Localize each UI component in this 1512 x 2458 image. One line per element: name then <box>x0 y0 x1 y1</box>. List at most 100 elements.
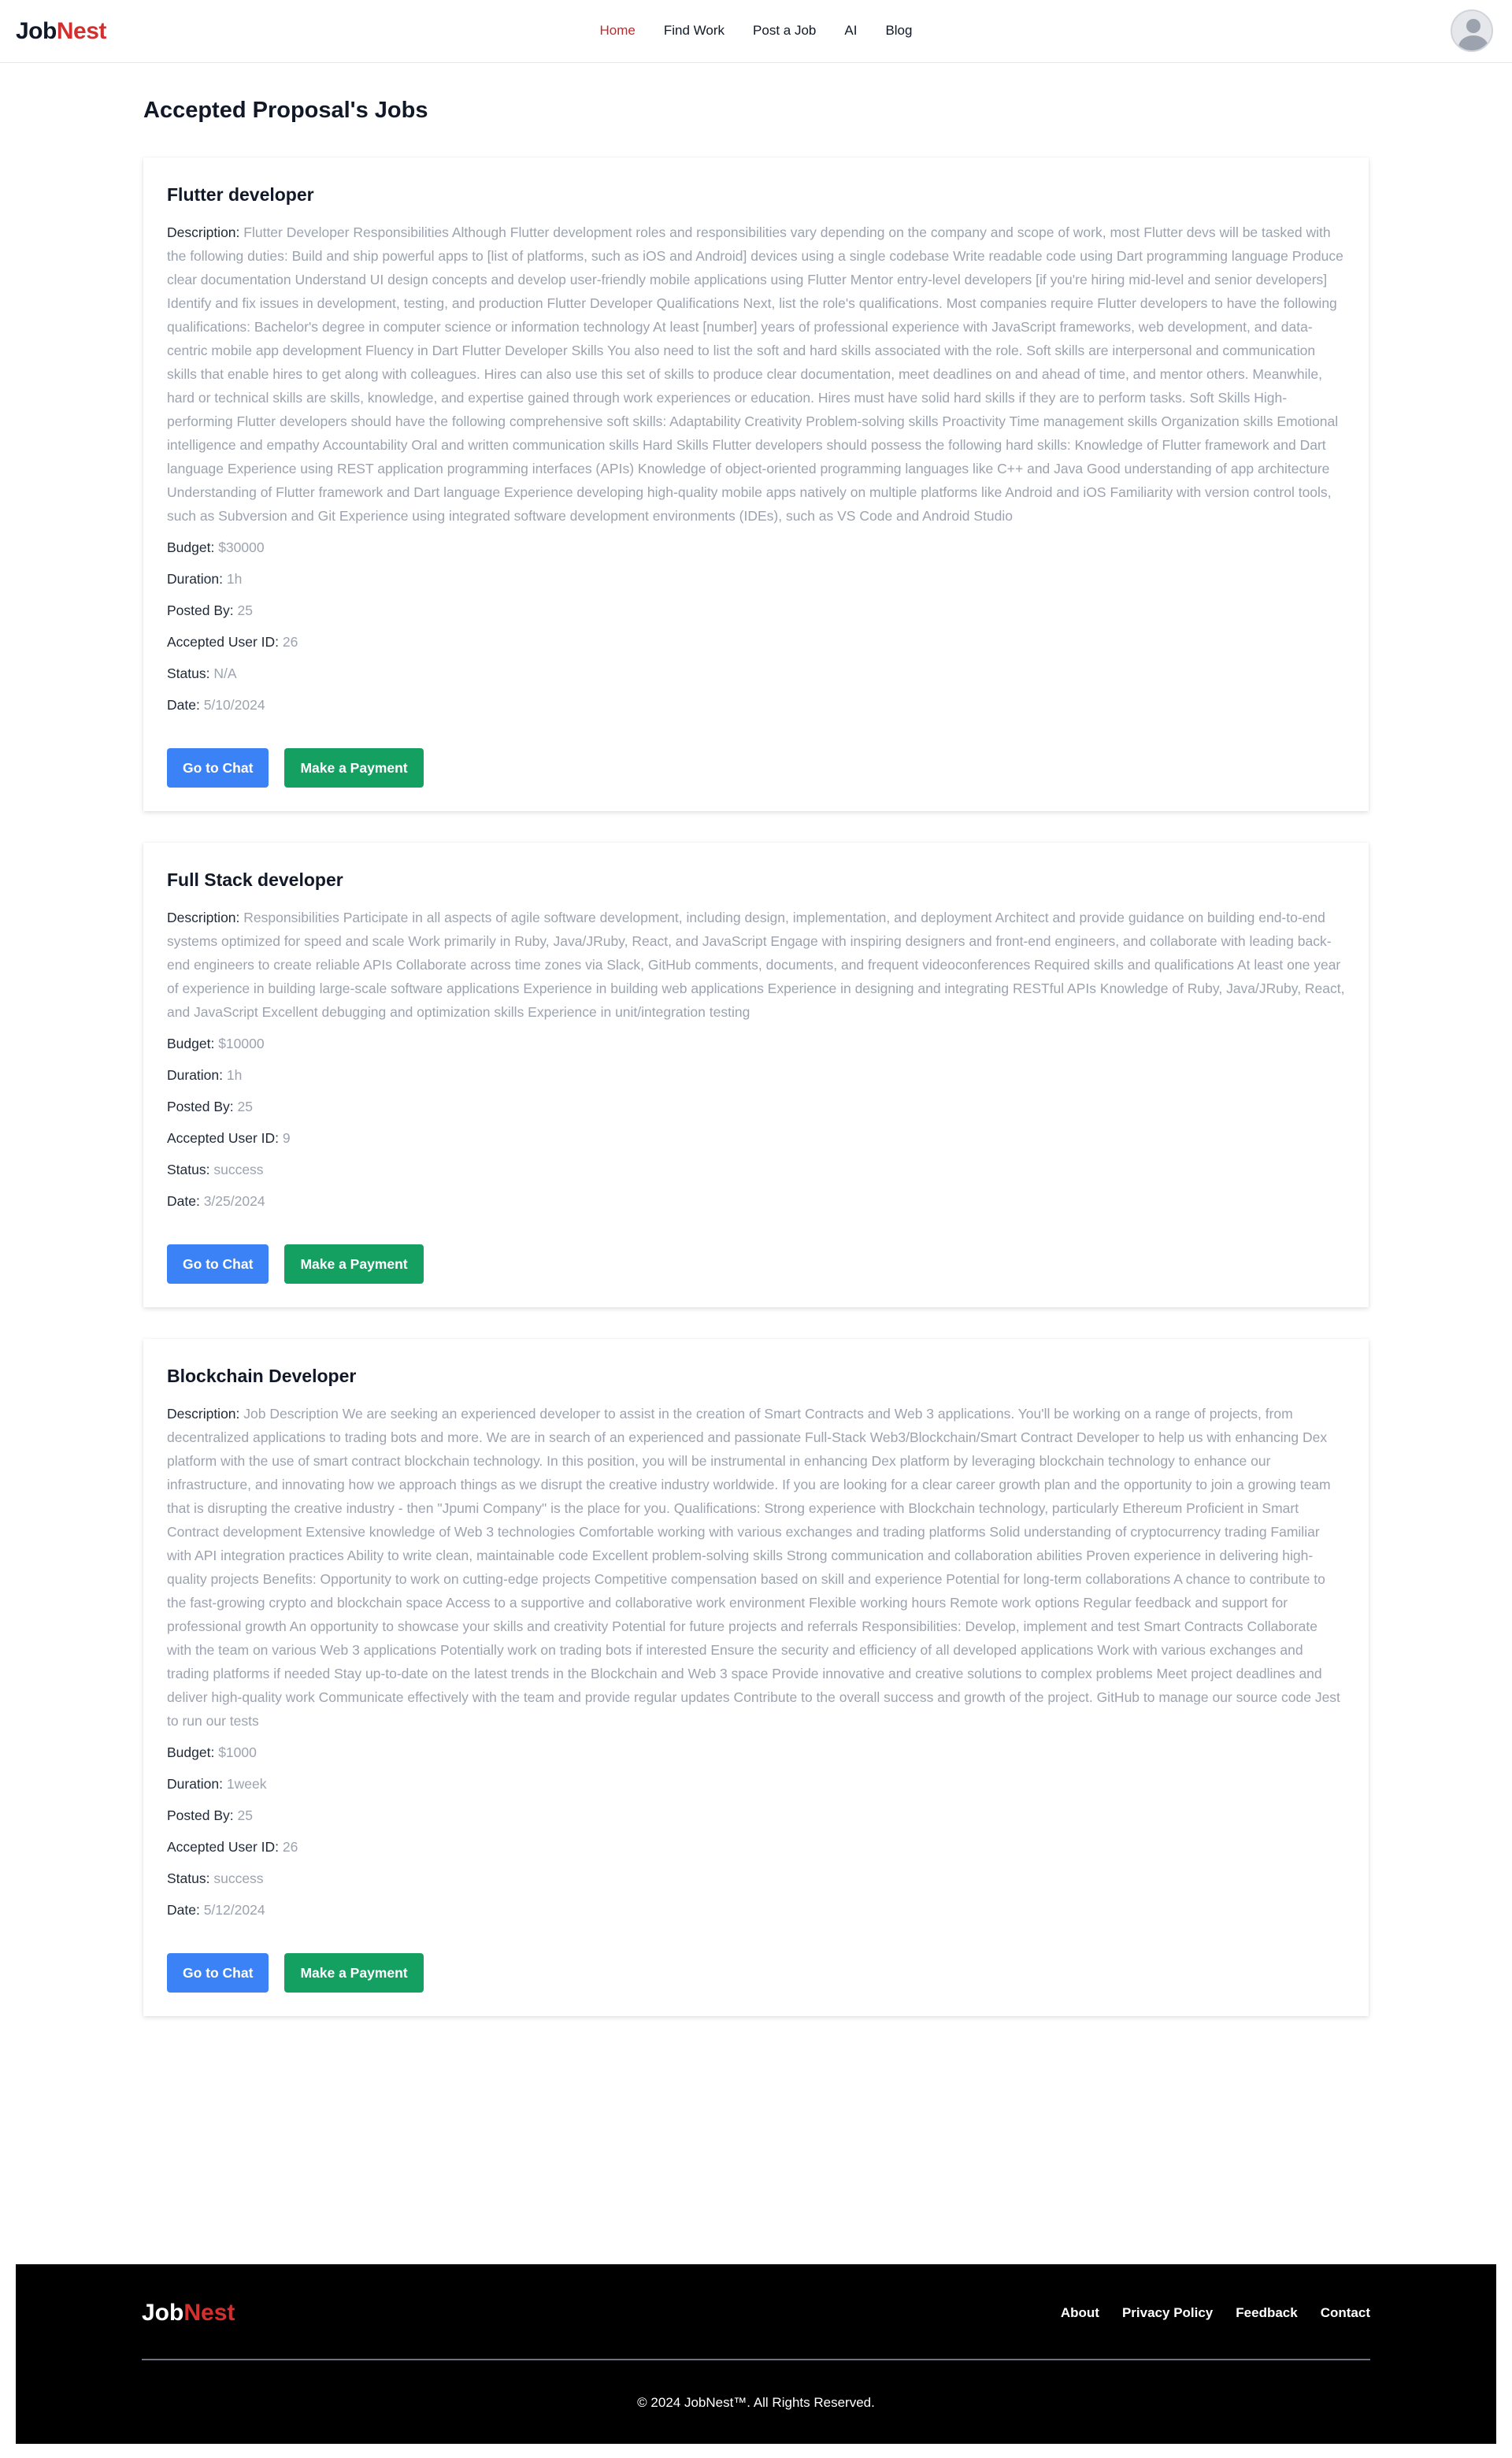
status-label: Status: <box>167 1870 214 1886</box>
duration-value: 1h <box>226 1067 243 1083</box>
make-payment-button[interactable]: Make a Payment <box>284 1244 424 1284</box>
job-status: Status: success <box>167 1867 1345 1890</box>
nav-find-work[interactable]: Find Work <box>664 20 724 41</box>
date-value: 3/25/2024 <box>203 1193 265 1209</box>
duration-value: 1week <box>226 1776 267 1792</box>
budget-value: $1000 <box>218 1744 257 1760</box>
job-status: Status: success <box>167 1158 1345 1181</box>
make-payment-button[interactable]: Make a Payment <box>284 1953 424 1993</box>
posted-by-label: Posted By: <box>167 1807 238 1823</box>
job-actions: Go to Chat Make a Payment <box>167 1244 1345 1284</box>
budget-label: Budget: <box>167 539 219 555</box>
main-content: Accepted Proposal's Jobs Flutter develop… <box>143 63 1369 2016</box>
description-label: Description: <box>167 1406 244 1422</box>
budget-label: Budget: <box>167 1036 219 1051</box>
accepted-user-label: Accepted User ID: <box>167 634 283 650</box>
go-to-chat-button[interactable]: Go to Chat <box>167 1953 269 1993</box>
job-posted-by: Posted By: 25 <box>167 1804 1345 1827</box>
footer-logo-job: Job <box>142 2300 184 2326</box>
description-value: Flutter Developer Responsibilities Altho… <box>167 224 1343 524</box>
job-actions: Go to Chat Make a Payment <box>167 1953 1345 1993</box>
posted-by-value: 25 <box>237 1807 253 1823</box>
date-value: 5/10/2024 <box>203 697 265 713</box>
budget-value: $30000 <box>218 539 265 555</box>
footer-divider <box>142 2359 1370 2360</box>
job-title: Blockchain Developer <box>167 1366 357 1386</box>
description-label: Description: <box>167 224 244 240</box>
posted-by-value: 25 <box>237 1099 253 1114</box>
nav-blog[interactable]: Blog <box>885 20 912 41</box>
job-date: Date: 5/12/2024 <box>167 1898 1345 1922</box>
accepted-user-value: 26 <box>282 634 298 650</box>
footer-link-privacy-policy[interactable]: Privacy Policy <box>1122 2304 1213 2323</box>
nav-home[interactable]: Home <box>600 20 636 41</box>
top-navbar: JobNest Home Find Work Post a Job AI Blo… <box>0 0 1512 63</box>
footer-link-contact[interactable]: Contact <box>1321 2304 1370 2323</box>
job-title: Flutter developer <box>167 184 314 205</box>
job-budget: Budget: $10000 <box>167 1032 1345 1055</box>
job-status: Status: N/A <box>167 662 1345 685</box>
accepted-user-label: Accepted User ID: <box>167 1839 283 1855</box>
duration-value: 1h <box>226 571 243 587</box>
job-card: Full Stack developer Description: Respon… <box>143 843 1369 1307</box>
description-label: Description: <box>167 910 244 925</box>
job-accepted-user: Accepted User ID: 9 <box>167 1126 1345 1150</box>
description-value: Job Description We are seeking an experi… <box>167 1406 1340 1729</box>
posted-by-label: Posted By: <box>167 1099 238 1114</box>
job-duration: Duration: 1h <box>167 1063 1345 1087</box>
posted-by-value: 25 <box>237 602 253 618</box>
accepted-user-value: 26 <box>282 1839 298 1855</box>
footer-link-feedback[interactable]: Feedback <box>1236 2304 1297 2323</box>
job-accepted-user: Accepted User ID: 26 <box>167 1835 1345 1859</box>
user-avatar-icon[interactable] <box>1451 9 1493 52</box>
accepted-user-value: 9 <box>282 1130 291 1146</box>
nav-post-a-job[interactable]: Post a Job <box>753 20 816 41</box>
date-label: Date: <box>167 1193 204 1209</box>
duration-label: Duration: <box>167 1776 227 1792</box>
nav-ai[interactable]: AI <box>844 20 857 41</box>
status-value: N/A <box>213 665 237 681</box>
job-card: Blockchain Developer Description: Job De… <box>143 1339 1369 2016</box>
duration-label: Duration: <box>167 571 227 587</box>
description-value: Responsibilities Participate in all aspe… <box>167 910 1345 1020</box>
avatar-head <box>1466 19 1480 33</box>
accepted-user-label: Accepted User ID: <box>167 1130 283 1146</box>
footer-link-about[interactable]: About <box>1061 2304 1099 2323</box>
go-to-chat-button[interactable]: Go to Chat <box>167 1244 269 1284</box>
go-to-chat-button[interactable]: Go to Chat <box>167 748 269 788</box>
job-description: Description: Responsibilities Participat… <box>167 906 1345 1024</box>
job-posted-by: Posted By: 25 <box>167 1095 1345 1118</box>
job-duration: Duration: 1h <box>167 567 1345 591</box>
date-label: Date: <box>167 1902 204 1918</box>
job-title: Full Stack developer <box>167 869 343 890</box>
job-date: Date: 5/10/2024 <box>167 693 1345 717</box>
job-actions: Go to Chat Make a Payment <box>167 748 1345 788</box>
status-label: Status: <box>167 1162 214 1177</box>
footer-logo-nest: Nest <box>183 2300 235 2326</box>
job-description: Description: Flutter Developer Responsib… <box>167 221 1345 528</box>
site-footer: JobNest About Privacy Policy Feedback Co… <box>16 2264 1496 2444</box>
duration-label: Duration: <box>167 1067 227 1083</box>
job-card: Flutter developer Description: Flutter D… <box>143 158 1369 811</box>
page-title: Accepted Proposal's Jobs <box>143 98 428 123</box>
budget-label: Budget: <box>167 1744 219 1760</box>
status-value: success <box>213 1162 264 1177</box>
job-budget: Budget: $1000 <box>167 1741 1345 1764</box>
job-duration: Duration: 1week <box>167 1772 1345 1796</box>
job-accepted-user: Accepted User ID: 26 <box>167 630 1345 654</box>
job-posted-by: Posted By: 25 <box>167 599 1345 622</box>
date-value: 5/12/2024 <box>203 1902 265 1918</box>
avatar-body <box>1458 35 1488 50</box>
main-nav: Home Find Work Post a Job AI Blog <box>0 20 1512 41</box>
footer-links: About Privacy Policy Feedback Contact <box>1038 2304 1370 2323</box>
status-label: Status: <box>167 665 214 681</box>
date-label: Date: <box>167 697 204 713</box>
job-description: Description: Job Description We are seek… <box>167 1402 1345 1733</box>
make-payment-button[interactable]: Make a Payment <box>284 748 424 788</box>
footer-logo[interactable]: JobNest <box>142 2297 235 2329</box>
job-budget: Budget: $30000 <box>167 536 1345 559</box>
job-date: Date: 3/25/2024 <box>167 1189 1345 1213</box>
status-value: success <box>213 1870 264 1886</box>
footer-copyright: © 2024 JobNest™. All Rights Reserved. <box>637 2395 875 2410</box>
posted-by-label: Posted By: <box>167 602 238 618</box>
